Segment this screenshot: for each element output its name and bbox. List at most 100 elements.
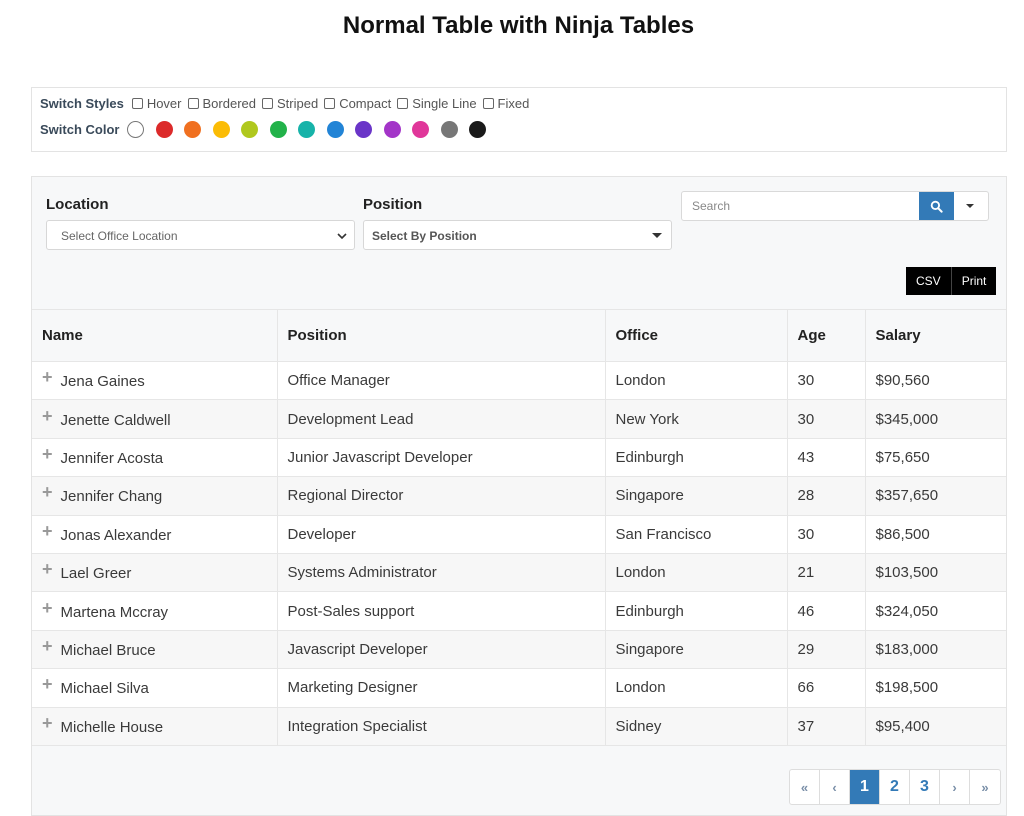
column-header-name[interactable]: Name [32,309,278,362]
search-button[interactable] [919,192,954,220]
table-row[interactable]: + Jonas Alexander Developer San Francisco 30… [32,515,1006,554]
cell-salary: $357,650 [865,476,1006,516]
cell-position: Junior Javascript Developer [277,438,606,478]
color-swatch-black[interactable] [469,121,487,138]
table-row[interactable]: + Michelle House Integration Specialist Sid… [32,707,1006,746]
cell-position: Developer [277,515,606,554]
checkbox-icon[interactable] [482,98,494,109]
table-body: + Jena Gaines Office Manager London 30 $90,56… [32,361,1006,746]
cell-text: Singapore [615,640,684,658]
csv-export-button[interactable]: CSV [906,267,952,295]
ninja-table-container: Location Select Office Location Position… [31,176,1007,816]
next-page-button[interactable]: › [940,770,970,804]
cell-position: Post-Sales support [277,591,606,631]
style-checkbox-compact[interactable]: Compact [324,96,391,111]
color-swatch-indigo[interactable] [355,121,373,138]
page-button-1[interactable]: 1 [850,770,880,804]
style-checkbox-hover[interactable]: Hover [131,96,182,111]
style-checkbox-fixed[interactable]: Fixed [482,96,529,111]
color-swatch-yellow[interactable] [212,121,230,138]
search-options-dropdown[interactable] [954,192,988,220]
first-page-button[interactable]: « [790,770,820,804]
checkbox-label: Compact [339,96,392,111]
style-checkbox-bordered[interactable]: Bordered [187,96,256,111]
checkbox-icon[interactable] [397,98,409,109]
style-checkbox-striped[interactable]: Striped [261,96,319,111]
table-row[interactable]: + Martena Mccray Post-Sales support Edinbur… [32,591,1006,631]
print-button[interactable]: Print [951,267,997,295]
expand-row-icon[interactable]: + [42,444,53,464]
checkbox-icon[interactable] [131,98,143,109]
export-buttons: CSV Print [906,267,997,295]
cell-text: New York [615,410,679,428]
cell-text: Systems Administrator [287,564,437,582]
location-select[interactable]: Select Office Location [46,220,355,250]
page-button-3[interactable]: 3 [910,770,940,804]
color-swatch-blue[interactable] [326,121,344,138]
checkbox-icon[interactable] [261,98,273,109]
checkbox-icon[interactable] [324,98,336,109]
cell-position: Development Lead [277,399,606,439]
position-select-value: Select By Position [372,229,477,243]
cell-name: + Jennifer Acosta [32,438,278,478]
cell-position: Marketing Designer [277,668,606,708]
color-swatch-teal[interactable] [298,121,316,138]
cell-text: 30 [797,410,815,428]
position-filter-label: Position [363,196,423,213]
cell-age: 28 [787,476,866,516]
expand-row-icon[interactable]: + [42,598,53,618]
expand-row-icon[interactable]: + [42,559,53,579]
table-row[interactable]: + Jennifer Chang Regional Director Singapor… [32,476,1006,516]
cell-text: $198,500 [875,679,939,697]
cell-text: $324,050 [875,602,939,620]
color-swatch-orange[interactable] [184,121,202,138]
cell-salary: $345,000 [865,399,1006,439]
color-swatch-purple[interactable] [383,121,401,138]
checkbox-icon[interactable] [187,98,199,109]
cell-text: Integration Specialist [287,717,427,735]
table-row[interactable]: + Lael Greer Systems Administrator London 21… [32,553,1006,593]
last-page-button[interactable]: » [970,770,1000,804]
cell-text: 28 [797,487,815,505]
expand-row-icon[interactable]: + [42,367,53,387]
expand-row-icon[interactable]: + [42,713,53,733]
expand-row-icon[interactable]: + [42,674,53,694]
expand-row-icon[interactable]: + [42,521,53,541]
cell-office: Edinburgh [605,591,788,631]
table-row[interactable]: + Jena Gaines Office Manager London 30 $90,56… [32,361,1006,401]
search-input[interactable] [682,192,919,220]
color-swatch-red[interactable] [155,121,173,138]
prev-page-button[interactable]: ‹ [820,770,850,804]
checkbox-label: Bordered [202,96,256,111]
color-swatch-gray[interactable] [440,121,458,138]
chevron-down-icon [337,233,347,240]
cell-salary: $95,400 [865,707,1006,746]
position-select[interactable]: Select By Position [363,220,672,250]
table-row[interactable]: + Jenette Caldwell Development Lead New Yor… [32,399,1006,439]
expand-row-icon[interactable]: + [42,482,53,502]
checkbox-label: Striped [276,96,319,111]
column-header-position[interactable]: Position [277,309,606,362]
expand-row-icon[interactable]: + [42,636,53,656]
column-header-age[interactable]: Age [787,309,866,362]
cell-text: $345,000 [875,410,939,428]
column-header-salary[interactable]: Salary [865,309,1006,362]
color-swatch-green[interactable] [269,121,287,138]
expand-row-icon[interactable]: + [42,406,53,426]
cell-text: Michael Bruce [60,641,156,659]
table-row[interactable]: + Jennifer Acosta Junior Javascript Develo… [32,438,1006,478]
color-swatch-white[interactable] [127,121,145,138]
table-row[interactable]: + Michael Silva Marketing Designer London 66… [32,668,1006,708]
cell-office: London [605,668,788,708]
color-swatch-lime[interactable] [241,121,259,138]
cell-text: Developer [287,525,356,543]
color-swatch-pink[interactable] [412,121,430,138]
cell-text: Michael Silva [60,680,149,698]
table-row[interactable]: + Michael Bruce Javascript Developer Singap… [32,630,1006,670]
page-button-2[interactable]: 2 [880,770,910,804]
cell-text: Jena Gaines [60,373,145,391]
column-header-office[interactable]: Office [605,309,788,362]
cell-salary: $75,650 [865,438,1006,478]
cell-text: 43 [797,448,815,466]
style-checkbox-single-line[interactable]: Single Line [397,96,477,111]
